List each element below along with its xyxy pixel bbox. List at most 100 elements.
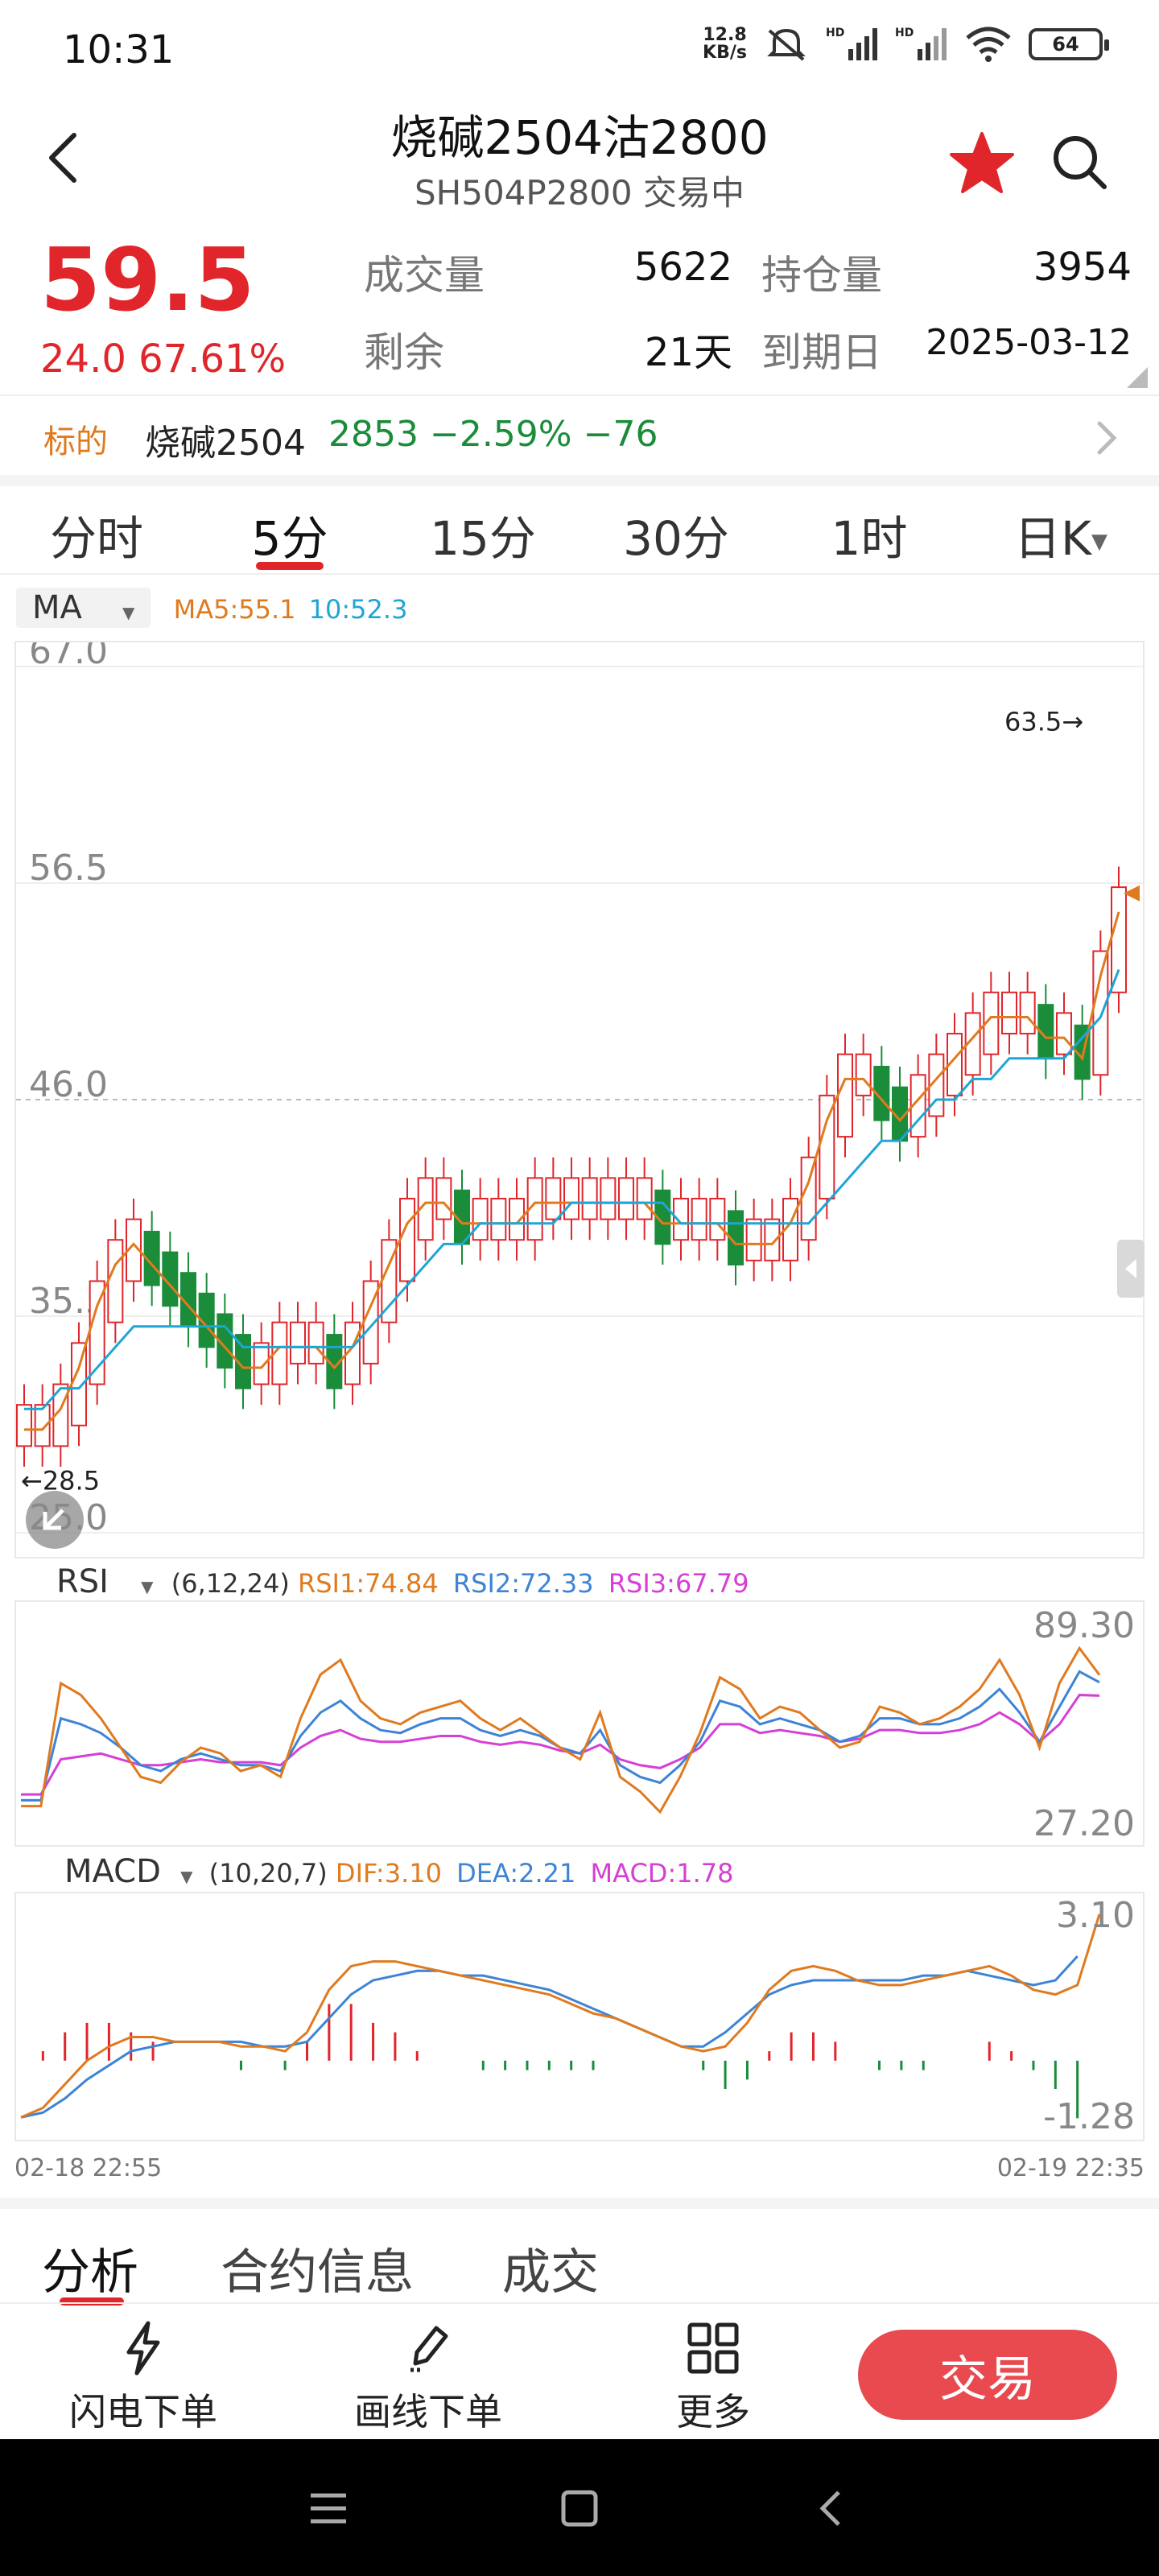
candle-body: [709, 1197, 726, 1241]
candle-body: [435, 1177, 452, 1220]
candle-body: [837, 1053, 853, 1138]
rsi-chart[interactable]: 89.30 27.20: [14, 1600, 1145, 1847]
more-button[interactable]: 更多: [592, 2320, 834, 2436]
tab-daily-k[interactable]: 日K▼: [980, 501, 1141, 568]
draw-order-button[interactable]: 画线下单: [307, 2320, 549, 2436]
open-interest-label: 持仓量: [761, 252, 882, 299]
candle-body: [618, 1177, 634, 1220]
rsi1-value: RSI1:74.84: [298, 1568, 439, 1599]
favorite-star-icon[interactable]: [948, 129, 1016, 196]
dif-value: DIF:3.10: [335, 1858, 442, 1889]
caret-down-icon: ▼: [180, 1867, 193, 1886]
candle-body: [581, 1177, 598, 1220]
macd-svg: 3.10 -1.28: [20, 1895, 1135, 2137]
signal-icon-1: HD: [826, 27, 877, 60]
signal-icon-2: HD: [895, 27, 947, 60]
candle-body: [691, 1197, 707, 1241]
ma5-value: MA5:55.1: [173, 594, 296, 625]
tab-15min[interactable]: 15分: [402, 501, 563, 568]
home-icon[interactable]: [555, 2484, 604, 2533]
candle-body: [490, 1197, 507, 1241]
candle-body: [307, 1321, 324, 1364]
candle-body: [855, 1053, 872, 1096]
candle-body: [745, 1218, 762, 1261]
net-speed: 12.8 KB/s: [703, 25, 747, 63]
expiry-value: 2025-03-12: [926, 322, 1132, 363]
ma10-value: 10:52.3: [308, 594, 408, 625]
dif-line: [20, 1913, 1101, 2119]
candle-body: [472, 1197, 489, 1241]
tab-5min[interactable]: 5分: [209, 501, 370, 568]
divider: [0, 475, 1159, 486]
title-bar: 烧碱2504沽2800 SH504P2800 交易中: [0, 97, 1159, 225]
y-tick-label: 46.0: [29, 1064, 108, 1105]
remaining-value: 21天: [644, 330, 732, 375]
wifi-icon: [966, 27, 1011, 62]
svg-text:HD: HD: [895, 27, 914, 39]
candlestick-svg: 67.056.546.035.525.063.5→←28.5: [16, 631, 1143, 1538]
open-interest-value: 3954: [1033, 245, 1132, 290]
volume-label: 成交量: [364, 252, 485, 299]
volume-value: 5622: [633, 245, 732, 290]
dea-value: DEA:2.21: [456, 1858, 576, 1889]
candlestick-chart[interactable]: 67.056.546.035.525.063.5→←28.5: [14, 631, 1145, 1558]
active-tab-indicator: [256, 562, 324, 570]
caret-down-icon: ▼: [141, 1577, 154, 1596]
candle-body: [107, 1239, 124, 1323]
rsi-min-label: 27.20: [1033, 1803, 1135, 1844]
search-icon[interactable]: [1046, 129, 1114, 196]
rsi-legend[interactable]: RSI ▼ (6,12,24) RSI1:74.84 RSI2:72.33 RS…: [16, 1563, 749, 1600]
flash-order-button[interactable]: 闪电下单: [23, 2320, 264, 2436]
system-nav-bar: [0, 2439, 1159, 2576]
y-tick-label: 67.0: [29, 642, 108, 672]
candle-body: [1001, 991, 1017, 1035]
candle-body: [1056, 1012, 1072, 1055]
status-bar: 10:31 12.8 KB/s HD HD 64: [0, 0, 1159, 97]
macd-selector: MACD: [64, 1853, 161, 1890]
rsi-params: (6,12,24): [171, 1568, 290, 1599]
quote-panel: 59.5 24.0 67.61% 成交量 5622 持仓量 3954 剩余 21…: [0, 225, 1159, 388]
underlying-label: 标的: [43, 423, 108, 460]
underlying-name: 烧碱2504: [145, 423, 306, 464]
trade-button[interactable]: 交易: [858, 2330, 1117, 2420]
macd-legend[interactable]: MACD ▼ (10,20,7) DIF:3.10 DEA:2.21 MACD:…: [16, 1853, 733, 1890]
rsi3-line: [21, 1694, 1100, 1796]
candle-body: [545, 1177, 562, 1220]
reset-view-button[interactable]: [24, 1489, 85, 1550]
corner-expand-icon[interactable]: [1127, 367, 1148, 388]
y-tick-label: 56.5: [29, 848, 108, 889]
macd-min-label: -1.28: [1043, 2096, 1135, 2137]
tab-analysis[interactable]: 分析: [42, 2233, 138, 2303]
tab-trades[interactable]: 成交: [502, 2233, 599, 2303]
ma-selector: MA: [32, 589, 82, 626]
underlying-row[interactable]: 标的 烧碱2504 2853 −2.59% −76: [0, 394, 1159, 475]
rsi2-line: [21, 1670, 1100, 1802]
price-change: 24.0 67.61%: [40, 336, 287, 382]
ma-legend[interactable]: MA ▼ MA5:55.1 10:52.3: [16, 588, 407, 628]
last-price: 59.5: [40, 230, 255, 331]
menu-icon[interactable]: [304, 2484, 353, 2533]
x-label-end: 02-19 22:35: [996, 2154, 1145, 2182]
action-bar: 闪电下单 画线下单 更多 交易: [0, 2302, 1159, 2439]
side-collapse-handle[interactable]: [1117, 1240, 1145, 1298]
tab-contract-info[interactable]: 合约信息: [221, 2233, 414, 2303]
tab-timeshare[interactable]: 分时: [16, 501, 177, 568]
rsi1-line: [21, 1645, 1101, 1814]
underlying-value: 2853 −2.59% −76: [328, 414, 658, 455]
back-nav-icon[interactable]: [808, 2484, 856, 2533]
macd-chart[interactable]: 3.10 -1.28: [14, 1892, 1145, 2141]
rsi-selector: RSI: [56, 1563, 109, 1600]
macd-max-label: 3.10: [1056, 1895, 1135, 1936]
tab-1hour[interactable]: 1时: [789, 501, 950, 568]
candle-body: [399, 1197, 415, 1282]
status-icons: 12.8 KB/s HD HD 64: [703, 24, 1109, 64]
tab-30min[interactable]: 30分: [596, 501, 757, 568]
chevron-right-icon: [1097, 421, 1117, 455]
period-tabs: 分时 5分 15分 30分 1时 日K▼: [0, 486, 1159, 575]
rsi2-value: RSI2:72.33: [452, 1568, 594, 1599]
remaining-label: 剩余: [364, 329, 444, 376]
caret-down-icon: ▼: [1091, 529, 1108, 554]
candle-body: [636, 1177, 653, 1220]
grid-icon: [687, 2322, 739, 2374]
candle-body: [1019, 991, 1036, 1035]
